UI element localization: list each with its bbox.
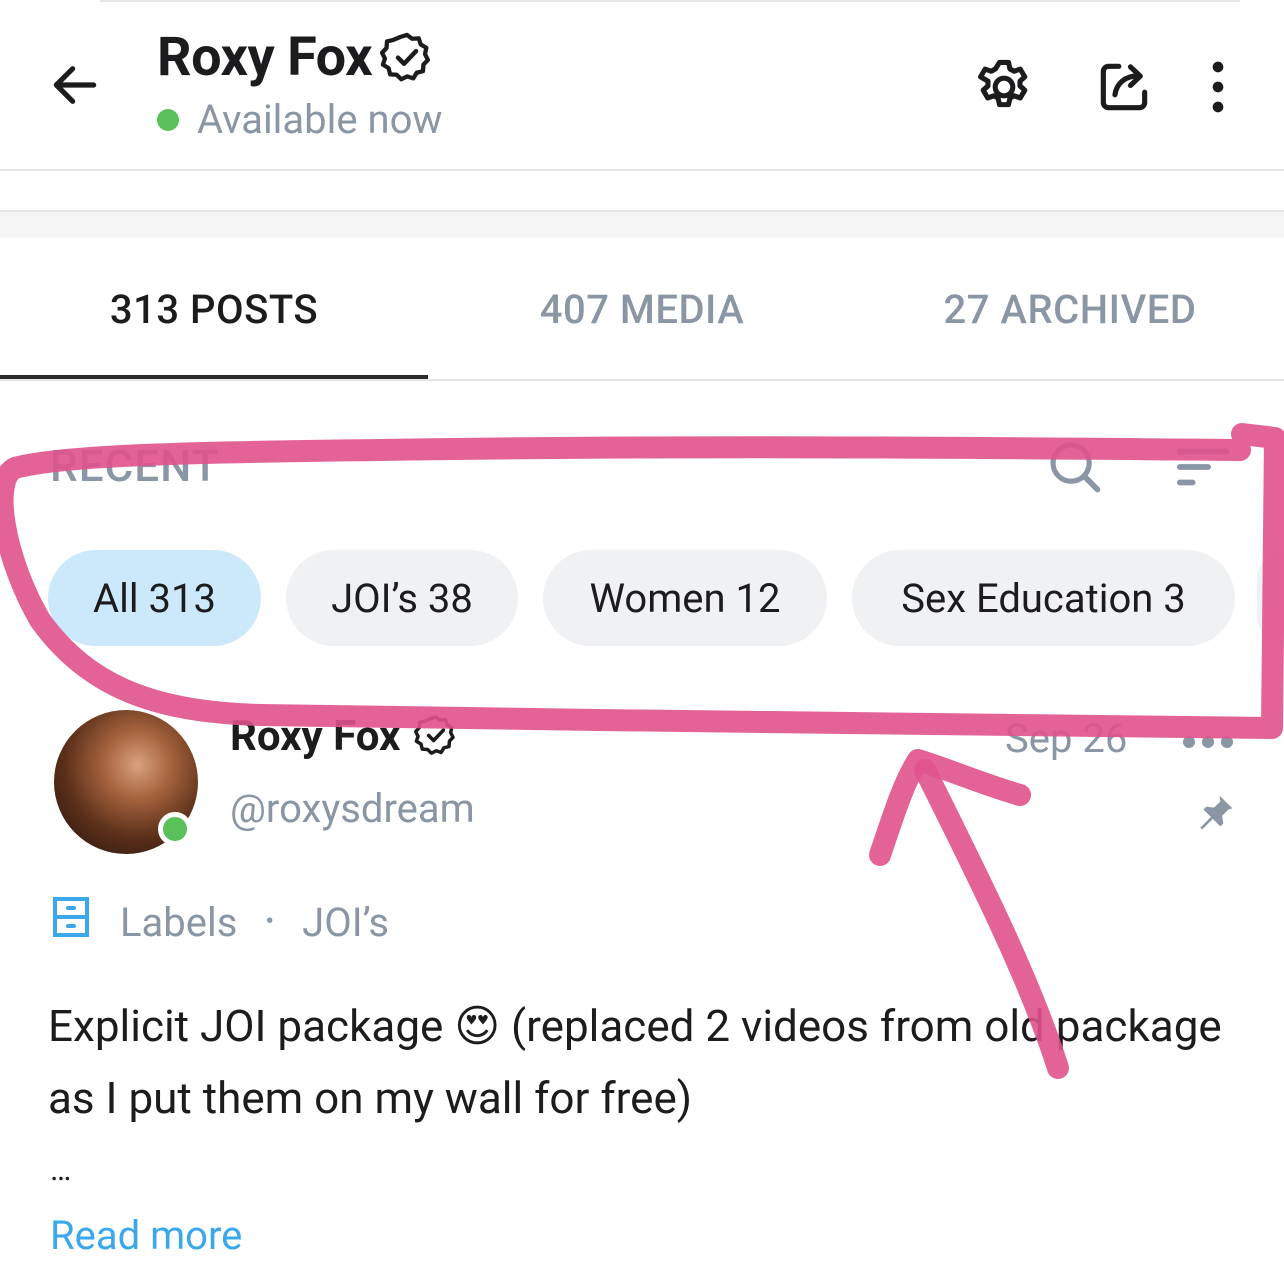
tab-posts[interactable]: 313 POSTS [0, 238, 428, 380]
profile-title: Roxy Fox [157, 25, 373, 89]
settings-button[interactable] [972, 55, 1036, 119]
top-edge-divider [100, 0, 1240, 2]
tabs-divider [0, 379, 1284, 381]
back-arrow-icon [53, 66, 97, 104]
sort-button[interactable] [1168, 432, 1238, 502]
search-icon [1050, 442, 1101, 493]
sort-icon [1176, 448, 1230, 486]
profile-tabs: 313 POSTS 407 MEDIA 27 ARCHIVED [0, 238, 1284, 380]
availability-status: Available now [157, 96, 442, 143]
online-status-dot [157, 108, 179, 131]
post-author-handle[interactable]: @roxysdream [230, 785, 475, 832]
header-divider [0, 169, 1284, 171]
chip-all[interactable]: All 313 [48, 550, 261, 646]
chip-women[interactable]: Women 12 [543, 550, 827, 646]
label-value[interactable]: JOI’s [302, 899, 389, 946]
verified-icon [414, 713, 458, 761]
tab-media[interactable]: 407 MEDIA [428, 238, 856, 380]
avatar-online-indicator [158, 812, 192, 846]
chip-overflow[interactable] [1257, 550, 1284, 646]
section-gap [0, 212, 1284, 238]
label-separator: • [265, 907, 275, 937]
more-vertical-icon [1212, 61, 1224, 113]
chip-jois[interactable]: JOI’s 38 [286, 550, 518, 646]
section-title: RECENT [50, 440, 220, 492]
post-date: Sep 26 [1005, 715, 1128, 762]
labels-icon [50, 895, 92, 949]
gear-icon [978, 59, 1028, 108]
post-options-button[interactable] [1178, 722, 1238, 762]
post-author-row: Roxy Fox [230, 712, 458, 761]
chip-sex-education[interactable]: Sex Education 3 [852, 550, 1235, 646]
back-button[interactable] [40, 50, 110, 120]
post-author-name[interactable]: Roxy Fox [230, 712, 400, 761]
tab-archived[interactable]: 27 ARCHIVED [856, 238, 1284, 380]
verified-icon [380, 30, 434, 84]
availability-text: Available now [197, 96, 443, 143]
labels-title[interactable]: Labels [120, 899, 237, 946]
pin-icon [1192, 790, 1238, 836]
post-truncation-ellipsis: … [50, 1150, 73, 1188]
more-options-button[interactable] [1186, 55, 1250, 119]
post-body-text: Explicit JOI package 😍 (replaced 2 video… [48, 1000, 1222, 1124]
share-icon [1100, 63, 1148, 111]
post-labels-row: Labels • JOI’s [50, 895, 389, 949]
share-button[interactable] [1092, 55, 1156, 119]
search-button[interactable] [1040, 432, 1110, 502]
label-filter-chips: All 313 JOI’s 38 Women 12 Sex Education … [48, 550, 1235, 646]
read-more-link[interactable]: Read more [50, 1212, 242, 1259]
more-horizontal-icon [1183, 736, 1233, 748]
annotation-arrow-head [869, 749, 1031, 866]
profile-title-row: Roxy Fox [157, 22, 434, 92]
